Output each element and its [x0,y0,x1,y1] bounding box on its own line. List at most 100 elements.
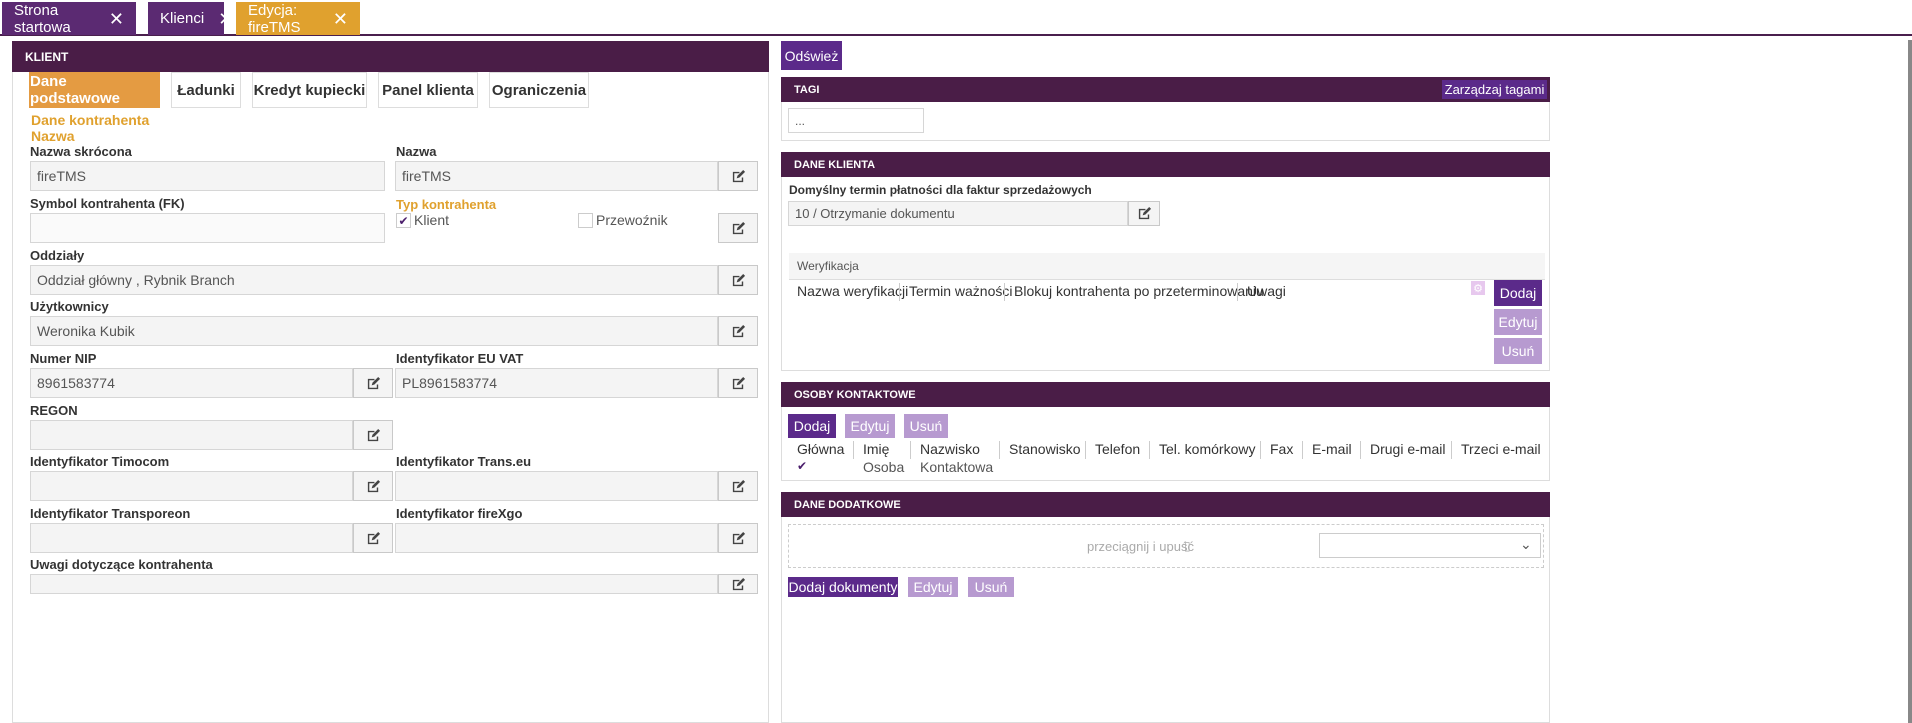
documents-delete-button[interactable]: Usuń [968,577,1014,597]
przewoznik-checkbox[interactable] [578,213,593,228]
euvat-input[interactable]: PL8961583774 [395,368,718,398]
transeu-label: Identyfikator Trans.eu [396,454,532,469]
contact-add-button[interactable]: Dodaj [788,414,836,438]
edit-button[interactable] [718,471,758,501]
column-divider [853,441,854,459]
column-divider [899,283,900,301]
edit-icon [732,376,745,389]
tab-klienci[interactable]: Klienci ✕ [148,2,233,35]
column-header[interactable]: Tel. komórkowy [1159,441,1255,457]
column-divider [1085,441,1086,459]
edit-button[interactable] [1128,201,1160,226]
verification-header [789,253,1545,280]
manage-tags-button[interactable]: Zarządzaj tagami [1442,80,1547,99]
euvat-label: Identyfikator EU VAT [396,351,524,366]
dropzone-label: przeciągnij i upuść [1087,539,1194,554]
column-divider [1237,283,1238,301]
column-header[interactable]: Główna [797,441,844,457]
tab-label: Klienci [160,10,205,27]
contact-delete-button[interactable]: Usuń [904,414,948,438]
transporeon-label: Identyfikator Transporeon [30,506,191,521]
edit-icon [732,531,745,544]
verification-title: Weryfikacja [797,259,859,273]
column-header[interactable]: Imię [863,441,889,457]
tab-dane-podstawowe[interactable]: Dane podstawowe [29,72,160,108]
edit-button[interactable] [353,420,393,450]
column-divider [1004,283,1005,301]
column-header[interactable]: Telefon [1095,441,1140,457]
contact-edit-button[interactable]: Edytuj [845,414,895,438]
column-header[interactable]: Uwagi [1247,283,1286,299]
column-header[interactable]: Blokuj kontrahenta po przeterminowaniu [1014,283,1264,299]
symbol-input[interactable] [30,213,385,243]
firexgo-input[interactable] [395,523,718,553]
documents-edit-button[interactable]: Edytuj [908,577,958,597]
column-header[interactable]: Nazwa weryfikacji [797,283,908,299]
payment-term-input[interactable]: 10 / Otrzymanie dokumentu [788,201,1128,226]
klient-checkbox-label: Klient [414,212,450,228]
section-subtitle: Nazwa [31,128,75,144]
edit-button[interactable] [718,161,758,191]
transeu-input[interactable] [395,471,718,501]
contacts-header: OSOBY KONTAKTOWE [781,382,1550,407]
oddzialy-label: Oddziały [30,248,85,263]
column-divider [1451,441,1452,459]
column-divider [1260,441,1261,459]
close-icon[interactable]: ✕ [333,10,348,28]
close-icon[interactable]: ✕ [109,10,124,28]
column-header[interactable]: Drugi e-mail [1370,441,1445,457]
scrollbar[interactable] [1908,40,1912,723]
edit-icon [367,531,380,544]
edit-button[interactable] [718,213,758,243]
add-documents-button[interactable]: Dodaj dokumenty [788,577,898,597]
column-divider [1302,441,1303,459]
uwagi-input[interactable] [30,574,718,594]
refresh-button[interactable]: Odśwież [781,41,842,70]
regon-label: REGON [30,403,78,418]
settings-gear-icon[interactable]: ⚙ [1471,281,1485,295]
edit-button[interactable] [353,471,393,501]
edit-icon [732,479,745,492]
contact-last-name: Kontaktowa [920,459,994,475]
edit-button[interactable] [718,523,758,553]
column-header[interactable]: E-mail [1312,441,1352,457]
tab-ladunki[interactable]: Ładunki [171,72,241,108]
edit-button[interactable] [353,523,393,553]
column-header[interactable]: Termin ważności [909,283,1012,299]
oddzialy-input[interactable]: Oddział główny , Rybnik Branch [30,265,718,295]
verification-add-button[interactable]: Dodaj [1494,280,1542,306]
nazwa-skrocona-input[interactable]: fireTMS [30,161,385,191]
verification-delete-button[interactable]: Usuń [1494,338,1542,364]
column-header[interactable]: Nazwisko [920,441,980,457]
edit-button[interactable] [718,316,758,346]
column-divider [910,441,911,459]
nazwa-input[interactable]: fireTMS [395,161,718,191]
edit-button[interactable] [718,574,758,594]
edit-icon [732,169,745,182]
column-header[interactable]: Fax [1270,441,1293,457]
klient-checkbox[interactable]: ✔ [396,213,411,228]
tab-strona-startowa[interactable]: Strona startowa ✕ [2,1,136,36]
column-header[interactable]: Trzeci e-mail [1461,441,1541,457]
edit-icon [367,376,380,389]
transporeon-input[interactable] [30,523,353,553]
edit-button[interactable] [353,368,393,398]
tab-label: Strona startowa [14,1,71,36]
regon-input[interactable] [30,420,353,450]
tab-panel-klienta[interactable]: Panel klienta [378,72,478,108]
document-type-select[interactable] [1319,533,1541,558]
tab-edycja[interactable]: Edycja: fireTMS ✕ [236,2,360,36]
uzytkownicy-input[interactable]: Weronika Kubik [30,316,718,346]
close-icon[interactable]: ✕ [218,10,233,28]
column-header[interactable]: Stanowisko [1009,441,1081,457]
tab-ograniczenia[interactable]: Ograniczenia [489,72,589,108]
tags-input[interactable]: ... [788,108,924,133]
timocom-input[interactable] [30,471,353,501]
edit-button[interactable] [718,265,758,295]
section-title: Dane kontrahenta [31,112,150,128]
edit-button[interactable] [718,368,758,398]
verification-edit-button[interactable]: Edytuj [1494,309,1542,335]
tab-kredyt-kupiecki[interactable]: Kredyt kupiecki [252,72,367,108]
nip-input[interactable]: 8961583774 [30,368,353,398]
column-divider [999,441,1000,459]
